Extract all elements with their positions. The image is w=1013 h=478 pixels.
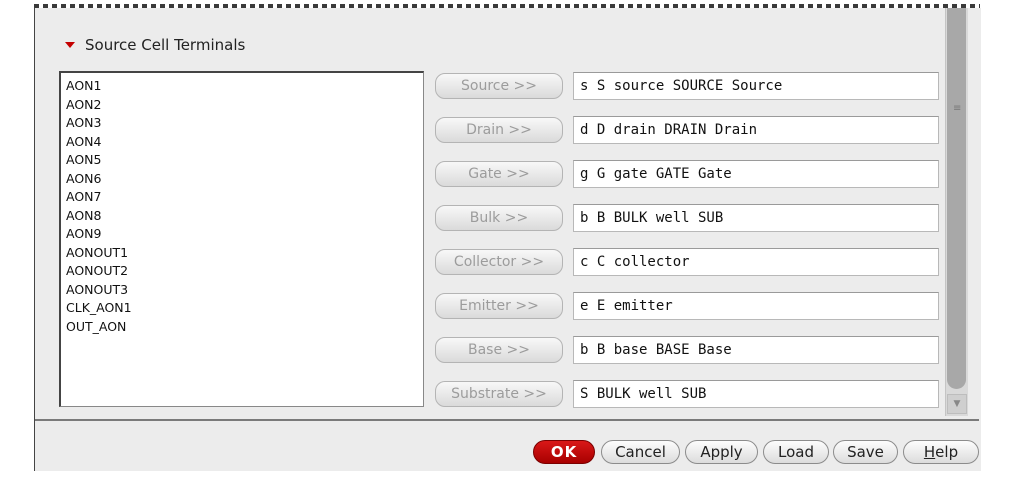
list-item[interactable]: AONOUT2: [66, 262, 423, 281]
help-button[interactable]: Help: [903, 440, 979, 464]
list-item[interactable]: AON2: [66, 96, 423, 115]
section-header[interactable]: Source Cell Terminals: [65, 34, 245, 56]
list-item[interactable]: AON7: [66, 188, 423, 207]
drain-field[interactable]: d D drain DRAIN Drain: [573, 116, 939, 144]
list-item[interactable]: AON3: [66, 114, 423, 133]
list-item[interactable]: AON8: [66, 207, 423, 226]
dialog-window: Source Cell Terminals AON1 AON2 AON3 AON…: [34, 8, 981, 471]
gate-field[interactable]: g G gate GATE Gate: [573, 160, 939, 188]
substrate-button[interactable]: Substrate >>: [435, 381, 563, 407]
list-item[interactable]: AON1: [66, 77, 423, 96]
emitter-button[interactable]: Emitter >>: [435, 293, 563, 319]
list-item[interactable]: AON5: [66, 151, 423, 170]
list-item[interactable]: AONOUT1: [66, 244, 423, 263]
load-button[interactable]: Load: [763, 440, 829, 464]
source-field[interactable]: s S source SOURCE Source: [573, 72, 939, 100]
apply-button[interactable]: Apply: [685, 440, 758, 464]
list-item[interactable]: AON6: [66, 170, 423, 189]
vertical-scrollbar[interactable]: ≡ ▼: [945, 8, 968, 416]
list-item[interactable]: OUT_AON: [66, 318, 423, 337]
source-button[interactable]: Source >>: [435, 73, 563, 99]
collapse-triangle-icon[interactable]: [65, 42, 75, 48]
emitter-field[interactable]: e E emitter: [573, 292, 939, 320]
drain-button[interactable]: Drain >>: [435, 117, 563, 143]
dialog-button-bar: OK Cancel Apply Load Save Help: [35, 438, 981, 468]
list-item[interactable]: CLK_AON1: [66, 299, 423, 318]
ok-button[interactable]: OK: [533, 440, 595, 464]
collector-field[interactable]: c C collector: [573, 248, 939, 276]
help-label: elp: [935, 443, 959, 461]
substrate-field[interactable]: S BULK well SUB: [573, 380, 939, 408]
scroll-down-arrow-icon[interactable]: ▼: [947, 394, 967, 414]
base-field[interactable]: b B base BASE Base: [573, 336, 939, 364]
cancel-button[interactable]: Cancel: [601, 440, 680, 464]
list-item[interactable]: AONOUT3: [66, 281, 423, 300]
collector-button[interactable]: Collector >>: [435, 249, 563, 275]
terminal-list[interactable]: AON1 AON2 AON3 AON4 AON5 AON6 AON7 AON8 …: [59, 71, 424, 407]
save-button[interactable]: Save: [833, 440, 898, 464]
gate-button[interactable]: Gate >>: [435, 161, 563, 187]
bulk-button[interactable]: Bulk >>: [435, 205, 563, 231]
bulk-field[interactable]: b B BULK well SUB: [573, 204, 939, 232]
list-item[interactable]: AON4: [66, 133, 423, 152]
section-title: Source Cell Terminals: [85, 36, 246, 54]
scroll-pane: Source Cell Terminals AON1 AON2 AON3 AON…: [35, 8, 979, 421]
scrollbar-thumb[interactable]: ≡: [947, 8, 966, 389]
list-item[interactable]: AON9: [66, 225, 423, 244]
scroll-grip-icon: ≡: [953, 103, 962, 114]
help-mnemonic: H: [923, 443, 936, 461]
base-button[interactable]: Base >>: [435, 337, 563, 363]
